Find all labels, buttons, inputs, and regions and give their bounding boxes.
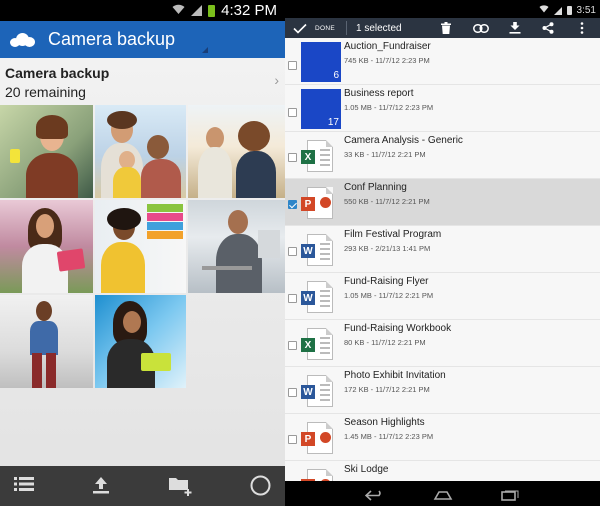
file-name: Film Festival Program	[344, 229, 442, 240]
file-browser-screen: 3:51 DONE 1 selected 6 Auction_Fundraise…	[285, 0, 600, 506]
row-checkbox[interactable]	[288, 108, 297, 117]
file-meta: 80 KB - 11/7/12 2:21 PM	[344, 338, 426, 347]
file-name: Conf Planning	[344, 182, 407, 193]
word-file-icon: W	[301, 371, 341, 411]
right-status-time: 3:51	[576, 5, 596, 16]
file-row[interactable]: 17 Business report 1.05 MB - 11/7/12 2:2…	[285, 85, 600, 132]
row-checkbox[interactable]	[288, 341, 297, 350]
file-list: 6 Auction_Fundraiser 745 KB - 11/7/12 2:…	[285, 38, 600, 481]
list-icon[interactable]	[14, 476, 34, 497]
share-icon[interactable]	[542, 18, 554, 38]
check-icon	[293, 23, 307, 34]
file-row[interactable]: P Season Highlights 1.45 MB - 11/7/12 2:…	[285, 414, 600, 461]
file-row[interactable]: W Fund-Raising Flyer 1.05 MB - 11/7/12 2…	[285, 273, 600, 320]
left-status-time: 4:32 PM	[221, 2, 277, 19]
file-meta: 1.05 MB - 11/7/12 2:21 PM	[344, 291, 434, 300]
cloud-icon	[10, 32, 36, 47]
folder-thumbnail: 17	[301, 89, 341, 129]
row-checkbox[interactable]	[288, 388, 297, 397]
download-icon[interactable]	[509, 18, 521, 38]
signal-icon	[191, 5, 203, 16]
file-row-selected[interactable]: P Conf Planning 550 KB - 11/7/12 2:21 PM	[285, 179, 600, 226]
file-row[interactable]: W Film Festival Program 293 KB - 2/21/13…	[285, 226, 600, 273]
file-name: Auction_Fundraiser	[344, 41, 431, 52]
woman-with-tablet-photo[interactable]	[0, 200, 93, 293]
file-meta: 33 KB - 11/7/12 2:21 PM	[344, 150, 426, 159]
man-with-laptop-photo[interactable]	[188, 200, 285, 293]
selection-action-bar: DONE 1 selected	[285, 18, 600, 38]
selection-count: 1 selected	[356, 22, 402, 34]
friends-outdoor-photo[interactable]	[188, 105, 285, 198]
word-file-icon: W	[301, 230, 341, 270]
camera-circle-icon[interactable]	[250, 475, 271, 501]
row-checkbox-checked[interactable]	[288, 200, 297, 209]
chevron-right-icon: ›	[274, 72, 279, 88]
back-icon[interactable]	[364, 488, 385, 506]
signal-icon	[553, 6, 562, 15]
folder-item-count: 17	[327, 117, 339, 128]
file-row[interactable]: W Photo Exhibit Invitation 172 KB - 11/7…	[285, 367, 600, 414]
file-meta: 745 KB - 11/7/12 2:23 PM	[344, 56, 430, 65]
screenshot-root: 4:32 PM Camera backup Camera backup 20 r…	[0, 0, 600, 506]
file-name: Business report	[344, 88, 414, 99]
excel-file-icon: X	[301, 324, 341, 364]
file-row[interactable]: X Camera Analysis - Generic 33 KB - 11/7…	[285, 132, 600, 179]
woman-walking-photo[interactable]	[0, 295, 93, 388]
file-meta: 1.05 MB - 11/7/12 2:23 PM	[344, 103, 434, 112]
app-title: Camera backup	[48, 29, 176, 49]
menu-corner-indicator	[202, 47, 208, 53]
left-bottom-bar	[0, 466, 285, 506]
wifi-icon	[172, 2, 185, 19]
file-name: Photo Exhibit Invitation	[344, 370, 446, 381]
left-app-bar: Camera backup	[0, 21, 285, 58]
woman-smiling-photo[interactable]	[0, 105, 93, 198]
folder-thumbnail: 6	[301, 42, 341, 82]
home-icon[interactable]	[433, 488, 453, 506]
file-name: Fund-Raising Flyer	[344, 276, 429, 287]
link-icon[interactable]	[473, 18, 489, 38]
done-button[interactable]: DONE	[293, 18, 335, 38]
woman-with-books-photo[interactable]	[95, 200, 186, 293]
file-meta: 293 KB - 2/21/13 1:41 PM	[344, 244, 431, 253]
row-checkbox[interactable]	[288, 61, 297, 70]
word-file-icon: W	[301, 277, 341, 317]
action-bar-divider	[346, 21, 347, 35]
file-name: Fund-Raising Workbook	[344, 323, 452, 334]
file-name: Season Highlights	[344, 417, 425, 428]
recents-icon[interactable]	[501, 488, 519, 506]
file-meta: 1.45 MB - 11/7/12 2:23 PM	[344, 432, 434, 441]
system-nav-bar	[285, 481, 600, 506]
battery-icon	[566, 6, 572, 15]
file-name: Ski Lodge	[344, 464, 389, 475]
file-row[interactable]: P Ski Lodge	[285, 461, 600, 481]
done-label: DONE	[315, 24, 335, 32]
delete-icon[interactable]	[441, 18, 451, 38]
file-row[interactable]: 6 Auction_Fundraiser 745 KB - 11/7/12 2:…	[285, 38, 600, 85]
powerpoint-file-icon: P	[301, 418, 341, 458]
upload-icon[interactable]	[92, 476, 110, 499]
wifi-icon	[539, 5, 549, 16]
woman-on-couch-photo[interactable]	[95, 295, 186, 388]
add-folder-icon[interactable]	[168, 476, 194, 501]
overflow-menu-icon[interactable]	[580, 18, 584, 38]
file-meta: 172 KB - 11/7/12 2:21 PM	[344, 385, 430, 394]
row-checkbox[interactable]	[288, 153, 297, 162]
excel-file-icon: X	[301, 136, 341, 176]
folder-item-count: 6	[333, 70, 339, 81]
row-checkbox[interactable]	[288, 435, 297, 444]
left-status-bar: 4:32 PM	[0, 0, 285, 21]
file-meta: 550 KB - 11/7/12 2:21 PM	[344, 197, 430, 206]
row-checkbox[interactable]	[288, 247, 297, 256]
camera-backup-status[interactable]: Camera backup 20 remaining ›	[0, 62, 285, 102]
camera-backup-screen: 4:32 PM Camera backup Camera backup 20 r…	[0, 0, 285, 506]
powerpoint-file-icon: P	[301, 183, 341, 223]
remaining-count: 20 remaining	[5, 84, 86, 100]
backup-heading: Camera backup	[5, 65, 110, 81]
row-checkbox[interactable]	[288, 294, 297, 303]
powerpoint-file-icon: P	[301, 465, 341, 481]
family-photo[interactable]	[95, 105, 186, 198]
battery-icon	[208, 4, 216, 17]
file-name: Camera Analysis - Generic	[344, 135, 463, 146]
file-row[interactable]: X Fund-Raising Workbook 80 KB - 11/7/12 …	[285, 320, 600, 367]
